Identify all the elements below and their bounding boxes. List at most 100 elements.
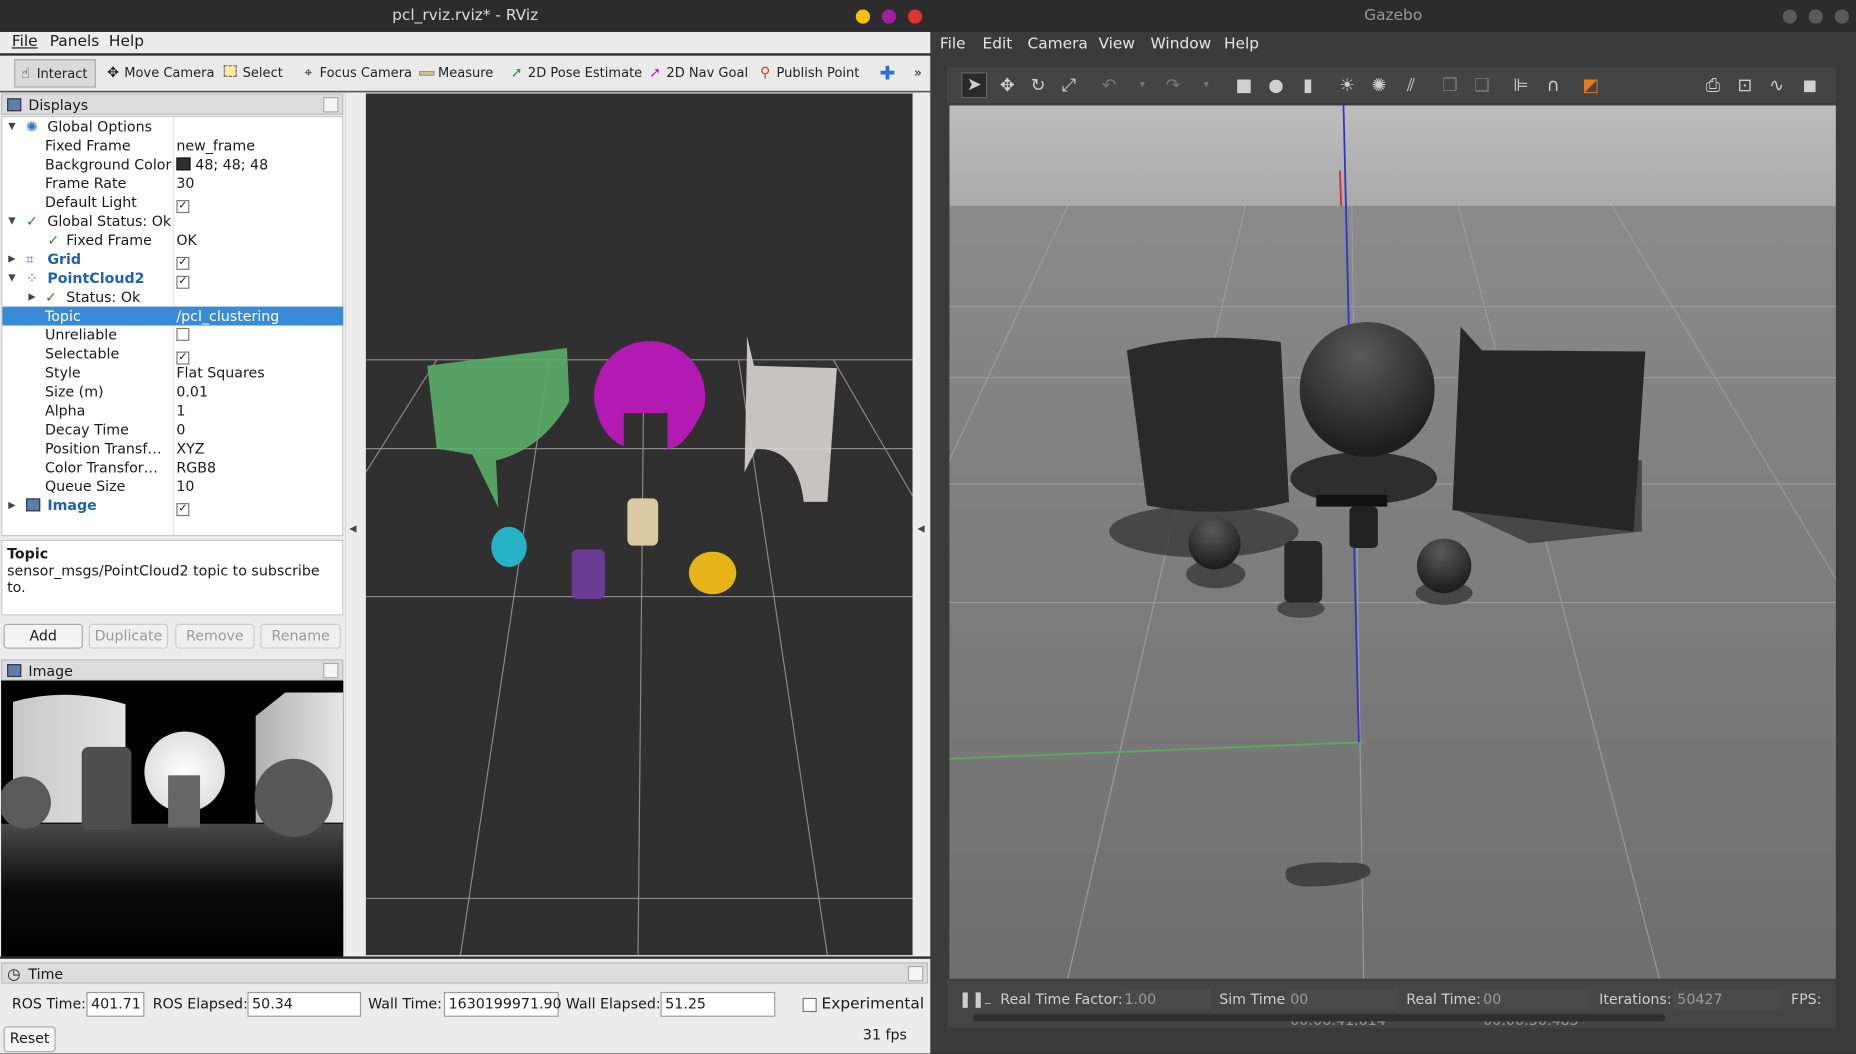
menu-panels[interactable]: Panels	[43, 32, 107, 53]
pause-icon[interactable]: ❚❚	[959, 991, 985, 1009]
undock-button[interactable]	[323, 662, 339, 679]
checkbox-unchecked[interactable]	[176, 327, 190, 341]
gazebo-scene-view[interactable]	[949, 105, 1836, 979]
tree-row-fixed-frame[interactable]: Fixed Frame new_frame	[2, 136, 343, 155]
gz-small-cylinder-front[interactable]	[1284, 540, 1323, 603]
gz-menu-view[interactable]: View	[1098, 36, 1135, 54]
tree-row-grid[interactable]: ▶ ⌗ Grid ✓	[2, 250, 343, 270]
gz-table[interactable]	[1316, 494, 1388, 507]
tree-row-decay-time[interactable]: Decay Time 0	[2, 420, 343, 439]
expand-arrow-icon[interactable]: ▼	[8, 117, 15, 136]
ros-time-field[interactable]: 401.71	[86, 991, 145, 1017]
prop-value[interactable]: 10	[176, 477, 194, 496]
tree-row-default-light[interactable]: Default Light ✓	[2, 193, 343, 214]
toolbar-overflow-button[interactable]: »	[914, 59, 922, 87]
tool-measure[interactable]: Measure	[417, 59, 493, 87]
gz-large-cylinder[interactable]	[1126, 337, 1290, 512]
color-swatch[interactable]	[176, 157, 191, 171]
rviz-title-bar[interactable]: pcl_rviz.rviz* - RViz	[0, 0, 931, 32]
wall-elapsed-field[interactable]: 51.25	[660, 991, 776, 1017]
tool-move-camera[interactable]: ✥ Move Camera	[103, 59, 214, 87]
prop-value[interactable]: 0.01	[176, 382, 208, 401]
prop-value[interactable]: /pcl_clustering	[176, 307, 279, 326]
tree-row-topic[interactable]: Topic/pcl_clustering	[2, 306, 344, 326]
redo-dropdown-icon[interactable]: ▾	[1196, 75, 1217, 96]
gz-small-sphere-right[interactable]	[1416, 538, 1472, 594]
video-record-icon[interactable]: ◼	[1799, 75, 1820, 96]
gz-small-sphere-left[interactable]	[1188, 517, 1241, 570]
tree-row-pointcloud2[interactable]: ▼ ⁘ PointCloud2 ✓	[2, 269, 343, 289]
prop-value[interactable]: 30	[176, 174, 194, 193]
gz-menu-camera[interactable]: Camera	[1027, 36, 1087, 54]
box-shape-icon[interactable]: ■	[1233, 75, 1254, 96]
experimental-checkbox[interactable]	[802, 997, 817, 1013]
tree-row-selectable[interactable]: Selectable ✓	[2, 344, 343, 365]
plot-icon[interactable]: ∿	[1766, 75, 1787, 96]
remove-display-button[interactable]: Remove	[175, 623, 255, 649]
expand-arrow-icon[interactable]: ▼	[8, 269, 15, 288]
checkbox-checked[interactable]: ✓	[176, 503, 190, 517]
horizontal-scrollbar[interactable]	[973, 1014, 1666, 1022]
undock-button[interactable]	[907, 965, 924, 982]
tool-2d-pose-estimate[interactable]: ➚ 2D Pose Estimate	[507, 59, 642, 87]
tree-row-style[interactable]: Style Flat Squares	[2, 363, 343, 382]
tree-row-global-status[interactable]: ▼ ✓ Global Status: Ok	[2, 212, 343, 231]
add-tool-icon[interactable]: ✚	[879, 59, 895, 87]
directional-light-icon[interactable]: ⫽	[1400, 75, 1421, 96]
collapse-left-icon[interactable]: ◀	[349, 523, 356, 534]
prop-value[interactable]: 48; 48; 48	[195, 155, 268, 174]
translate-icon[interactable]: ✥	[997, 75, 1018, 96]
3d-render-view[interactable]	[365, 93, 913, 956]
cylinder-shape-icon[interactable]: ▮	[1297, 75, 1318, 96]
log-icon[interactable]: ⊡	[1734, 75, 1755, 96]
scale-icon[interactable]: ⤢	[1058, 75, 1079, 96]
undo-icon[interactable]: ↶	[1098, 75, 1119, 96]
close-button[interactable]	[1834, 9, 1849, 24]
close-button[interactable]	[907, 9, 923, 24]
maximize-button[interactable]	[881, 9, 897, 24]
gz-menu-edit[interactable]: Edit	[982, 36, 1012, 54]
gz-small-cylinder-back[interactable]	[1349, 506, 1378, 549]
point-light-icon[interactable]: ☀	[1336, 75, 1357, 96]
reset-button[interactable]: Reset	[3, 1026, 56, 1053]
spot-light-icon[interactable]: ✺	[1368, 75, 1389, 96]
gz-menu-file[interactable]: File	[940, 36, 966, 54]
tree-row-background-color[interactable]: Background Color 48; 48; 48	[2, 155, 343, 174]
tree-row-gs-fixed-frame[interactable]: ✓ Fixed Frame OK	[2, 231, 343, 250]
tree-row-unreliable[interactable]: Unreliable	[2, 326, 343, 345]
tree-row-status[interactable]: ▶ ✓ Status: Ok	[2, 288, 343, 307]
collapse-arrow-icon[interactable]: ▶	[28, 288, 35, 307]
tree-row-alpha[interactable]: Alpha 1	[2, 401, 343, 420]
copy-icon[interactable]: ❐	[1439, 75, 1460, 96]
tool-publish-point[interactable]: ⚲ Publish Point	[755, 59, 859, 87]
minimize-button[interactable]	[855, 9, 871, 24]
collapse-right-icon[interactable]: ◀	[917, 523, 924, 534]
gz-menu-window[interactable]: Window	[1151, 36, 1212, 54]
tool-select[interactable]: Select	[221, 59, 283, 87]
minimize-button[interactable]	[1782, 9, 1797, 24]
tree-row-global-options[interactable]: ▼ ✺ Global Options	[2, 117, 343, 136]
prop-value[interactable]: RGB8	[176, 458, 216, 477]
step-icon[interactable]: _	[985, 990, 991, 1009]
prop-value[interactable]: new_frame	[176, 136, 255, 155]
tree-row-queue-size[interactable]: Queue Size 10	[2, 477, 343, 496]
tool-focus-camera[interactable]: ⌖ Focus Camera	[298, 59, 412, 87]
sphere-shape-icon[interactable]: ●	[1265, 75, 1286, 96]
add-display-button[interactable]: Add	[3, 623, 83, 649]
rename-display-button[interactable]: Rename	[260, 623, 341, 649]
paste-icon[interactable]: ❏	[1471, 75, 1492, 96]
undo-dropdown-icon[interactable]: ▾	[1132, 75, 1153, 96]
gz-large-sphere[interactable]	[1299, 321, 1435, 457]
collapse-arrow-icon[interactable]: ▶	[8, 250, 15, 269]
gz-menu-help[interactable]: Help	[1224, 36, 1259, 54]
undock-button[interactable]	[323, 97, 339, 113]
gz-box-wall[interactable]	[1452, 326, 1646, 532]
redo-icon[interactable]: ↷	[1162, 75, 1183, 96]
menu-help[interactable]: Help	[102, 32, 151, 53]
tree-row-color-transformer[interactable]: Color Transfor… RGB8	[2, 458, 343, 477]
prop-value[interactable]: Flat Squares	[176, 363, 264, 382]
maximize-button[interactable]	[1808, 9, 1823, 24]
tree-row-frame-rate[interactable]: Frame Rate 30	[2, 174, 343, 193]
wall-time-field[interactable]: 1630199971.90	[443, 991, 562, 1017]
collapse-arrow-icon[interactable]: ▶	[8, 496, 15, 515]
